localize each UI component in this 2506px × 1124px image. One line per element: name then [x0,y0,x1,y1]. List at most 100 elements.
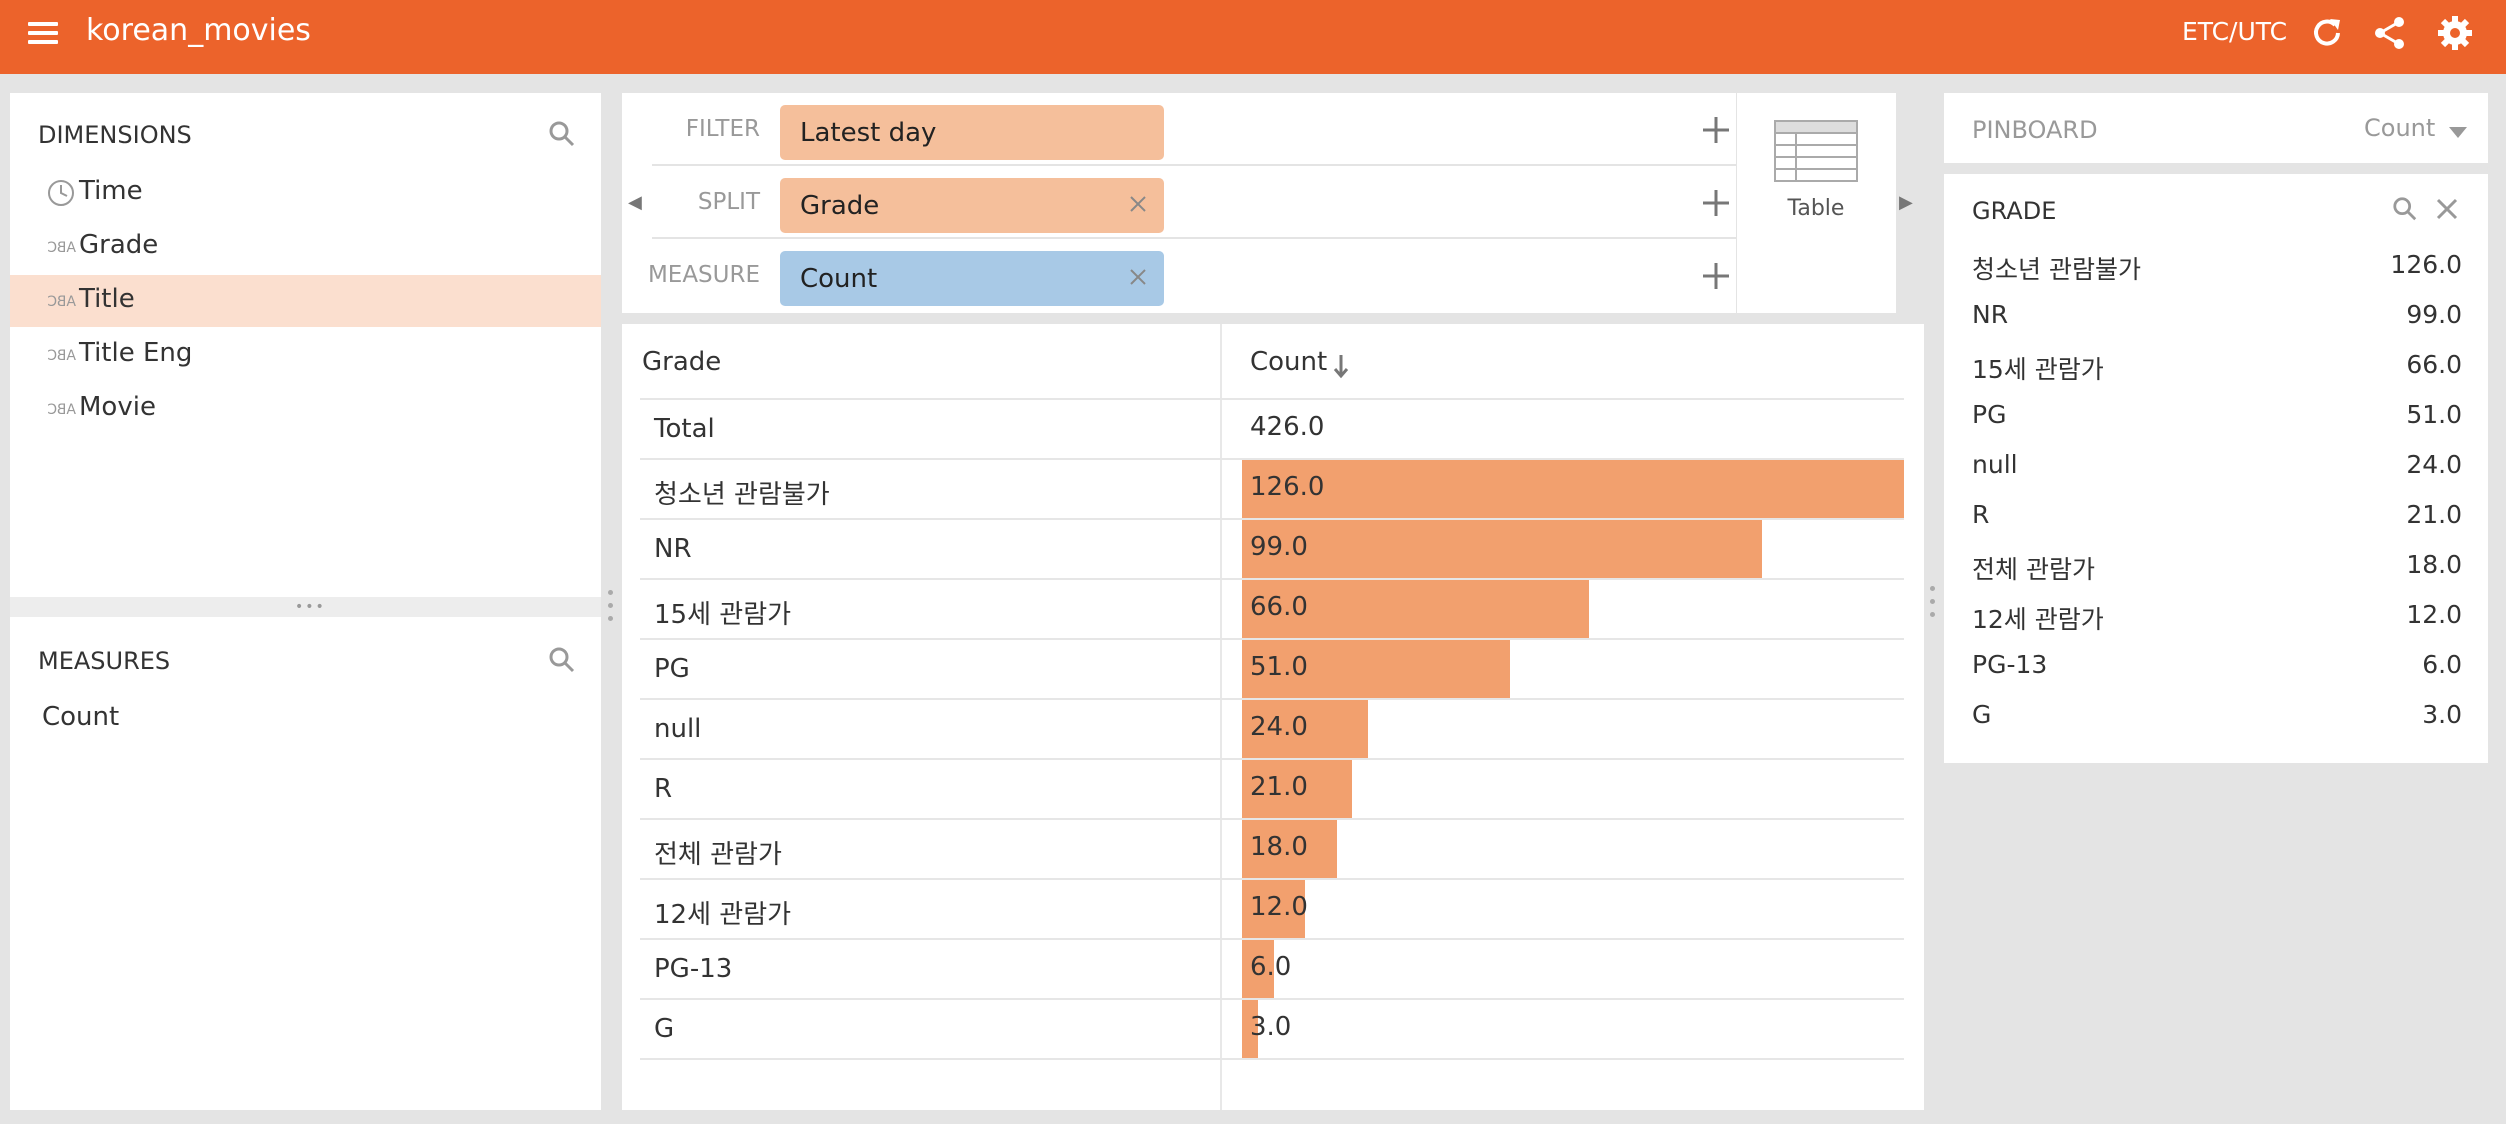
timezone-selector[interactable]: ETC/UTC [2182,17,2287,46]
pinboard-section-title: GRADE [1972,197,2057,225]
table-row[interactable]: PG-13 6.0 [640,940,1904,1000]
gear-icon[interactable] [2436,14,2474,52]
measure-pill[interactable]: Count [780,251,1164,306]
dimension-label: Time [79,176,143,206]
add-filter-icon[interactable] [1700,114,1732,146]
pinboard-item-value: 21.0 [2406,500,2462,529]
pinboard-item[interactable]: 청소년 관람불가 126.0 [1944,240,2462,290]
visualization-label: Table [1787,196,1845,221]
pinboard-item[interactable]: 12세 관람가 12.0 [1944,590,2462,640]
pinboard-item[interactable]: G 3.0 [1944,690,2462,740]
table-row[interactable]: 전체 관람가 18.0 [640,820,1904,880]
resize-handle-right[interactable] [1930,586,1936,620]
search-icon[interactable] [548,646,576,674]
column-header-count-label: Count [1250,347,1328,377]
pinboard-item-value: 6.0 [2422,650,2462,679]
filter-row: FILTER Latest day [652,96,1736,166]
pinboard-item-value: 99.0 [2406,300,2462,329]
table-viz-icon [1774,120,1858,182]
pinboard-sort-label: Count [2364,114,2436,142]
string-type-icon: ABC [47,348,76,364]
pinboard-item[interactable]: 15세 관람가 66.0 [1944,340,2462,390]
close-icon[interactable] [2436,198,2458,220]
pinboard-item-label: PG [1972,400,2007,429]
row-label: null [654,714,702,744]
table-row-total[interactable]: Total 426.0 [640,400,1904,460]
dimension-item-grade[interactable]: ABC Grade [10,221,601,273]
chevron-down-icon [2449,126,2468,138]
row-label: PG-13 [654,954,733,984]
table-row[interactable]: R 21.0 [640,760,1904,820]
visualization-selector[interactable]: Table [1737,93,1895,313]
table-row[interactable]: G 3.0 [640,1000,1904,1060]
pinboard-item[interactable]: PG-13 6.0 [1944,640,2462,690]
row-label: NR [654,534,692,564]
pinboard-item[interactable]: R 21.0 [1944,490,2462,540]
row-label: Total [654,414,715,444]
svg-text:ABC: ABC [47,402,76,418]
dimension-item-time[interactable]: Time [10,167,601,219]
dimension-label: Movie [79,392,156,422]
resize-handle-left[interactable] [608,590,614,624]
row-value: 21.0 [1250,772,1308,802]
row-label: 전체 관람가 [654,840,782,870]
measure-label: Count [42,702,120,732]
table-row[interactable]: NR 99.0 [640,520,1904,580]
pinboard-item-value: 51.0 [2406,400,2462,429]
pinboard-item-value: 12.0 [2406,600,2462,629]
menu-icon[interactable] [28,18,60,50]
splitter-grip-icon: ••• [295,599,326,615]
pinboard-item-value: 24.0 [2406,450,2462,479]
column-header-grade[interactable]: Grade [642,347,721,377]
app-title[interactable]: korean_movies [86,13,311,48]
dimension-label: Title Eng [79,338,193,368]
search-icon[interactable] [548,120,576,148]
dimension-item-title-eng[interactable]: ABC Title Eng [10,329,601,381]
remove-measure-icon[interactable] [1128,267,1148,287]
measure-item-count[interactable]: Count [10,693,601,745]
pinboard-item-value: 18.0 [2406,550,2462,579]
count-bar [1242,520,1762,578]
pinboard-item-label: G [1972,700,1992,729]
panel-splitter[interactable]: ••• [10,597,601,617]
string-type-icon: ABC [47,240,76,256]
table-row[interactable]: null 24.0 [640,700,1904,760]
dimension-item-movie[interactable]: ABC Movie [10,383,601,435]
table-row[interactable]: 12세 관람가 12.0 [640,880,1904,940]
table-row[interactable]: 15세 관람가 66.0 [640,580,1904,640]
row-label: PG [654,654,690,684]
share-icon[interactable] [2371,14,2409,52]
table-row[interactable]: PG 51.0 [640,640,1904,700]
pinboard-item[interactable]: PG 51.0 [1944,390,2462,440]
column-header-count[interactable]: Count [1250,347,1350,379]
pinboard-item[interactable]: NR 99.0 [1944,290,2462,340]
dimension-item-title[interactable]: ABC Title [10,275,601,327]
scroll-right-arrow[interactable]: ▶ [1899,192,1913,213]
row-label: 12세 관람가 [654,900,792,930]
search-icon[interactable] [2392,196,2418,222]
pinboard-item[interactable]: 전체 관람가 18.0 [1944,540,2462,590]
row-value: 426.0 [1250,412,1325,442]
pinboard-title: PINBOARD [1972,116,2098,144]
pinboard-sort-dropdown[interactable]: Count [2364,114,2468,142]
add-split-icon[interactable] [1700,187,1732,219]
refresh-icon[interactable] [2308,14,2346,52]
scroll-left-arrow[interactable]: ◀ [628,192,642,213]
filter-pill[interactable]: Latest day [780,105,1164,160]
row-value: 3.0 [1250,1012,1292,1042]
string-type-icon: ABC [47,294,76,310]
row-value: 12.0 [1250,892,1308,922]
add-measure-icon[interactable] [1700,260,1732,292]
table-row[interactable]: 청소년 관람불가 126.0 [640,460,1904,520]
split-pill[interactable]: Grade [780,178,1164,233]
split-row: SPLIT Grade [652,169,1736,239]
remove-split-icon[interactable] [1128,194,1148,214]
filter-label: FILTER [685,116,760,142]
pinboard-item-label: NR [1972,300,2009,329]
top-bar: korean_movies ETC/UTC [0,0,2506,74]
pinboard-item[interactable]: null 24.0 [1944,440,2462,490]
pinboard-item-value: 3.0 [2422,700,2462,729]
svg-text:ABC: ABC [47,294,76,310]
split-pill-label: Grade [800,191,880,221]
pinboard-item-label: 청소년 관람불가 [1972,255,2141,284]
